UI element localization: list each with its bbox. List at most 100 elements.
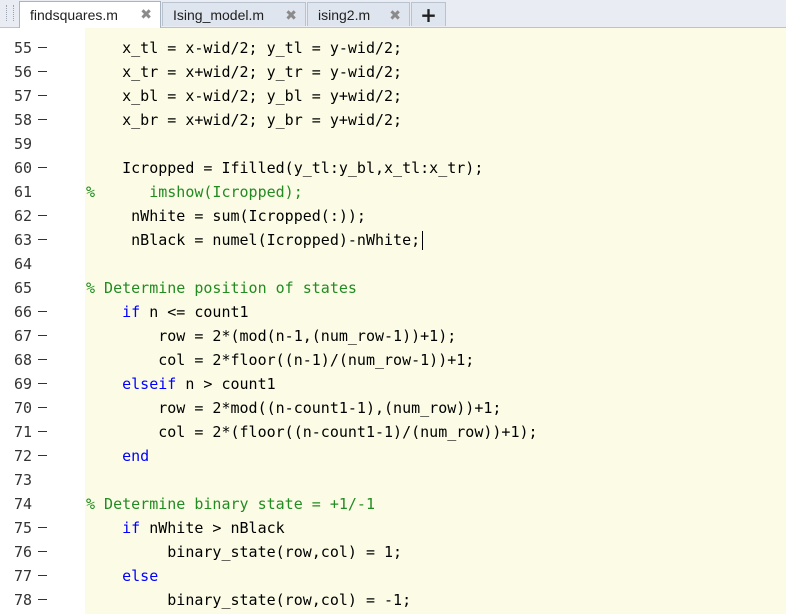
line-number: 72 — [13, 447, 32, 465]
code-line[interactable]: 73 — [0, 468, 786, 492]
code-text[interactable]: elseif n > count1 — [86, 372, 276, 396]
line-number: 68 — [13, 351, 32, 369]
code-text[interactable]: % imshow(Icropped); — [86, 180, 303, 204]
code-line[interactable]: 56 x_tr = x+wid/2; y_tr = y-wid/2; — [0, 60, 786, 84]
code-line[interactable]: 72 end — [0, 444, 786, 468]
line-number: 60 — [13, 159, 32, 177]
code-text[interactable]: binary_state(row,col) = -1; — [86, 588, 411, 612]
breakpoint-marker[interactable] — [38, 215, 47, 216]
line-number: 75 — [13, 519, 32, 537]
code-text[interactable]: x_br = x+wid/2; y_br = y+wid/2; — [86, 108, 402, 132]
breakpoint-marker[interactable] — [38, 359, 47, 360]
code-editor[interactable]: 54 55 x_tl = x-wid/2; y_tl = y-wid/2;56 x… — [0, 28, 786, 614]
line-number: 54 — [0, 28, 32, 34]
close-tab-icon[interactable]: ✖ — [285, 8, 297, 24]
keyword: if — [122, 519, 141, 537]
code-line[interactable]: 68 col = 2*floor((n-1)/(num_row-1))+1; — [0, 348, 786, 372]
code-line[interactable]: 71 col = 2*(floor((n-count1-1)/(num_row)… — [0, 420, 786, 444]
code-text[interactable]: x_tr = x+wid/2; y_tr = y-wid/2; — [86, 60, 402, 84]
code-text[interactable]: % Determine position of states — [86, 276, 357, 300]
code-line[interactable]: 58 x_br = x+wid/2; y_br = y+wid/2; — [0, 108, 786, 132]
code-text[interactable]: Icropped = Ifilled(y_tl:y_bl,x_tl:x_tr); — [86, 156, 483, 180]
code-text[interactable]: x_bl = x-wid/2; y_bl = y+wid/2; — [86, 84, 402, 108]
code-line[interactable]: 77 else — [0, 564, 786, 588]
line-number: 55 — [13, 39, 32, 57]
code-line[interactable]: 78 binary_state(row,col) = -1; — [0, 588, 786, 612]
breakpoint-marker[interactable] — [38, 575, 47, 576]
code-line[interactable]: 76 binary_state(row,col) = 1; — [0, 540, 786, 564]
line-number: 67 — [13, 327, 32, 345]
code-line[interactable]: 70 row = 2*mod((n-count1-1),(num_row))+1… — [0, 396, 786, 420]
code-line[interactable]: 60 Icropped = Ifilled(y_tl:y_bl,x_tl:x_t… — [0, 156, 786, 180]
line-number: 63 — [13, 231, 32, 249]
breakpoint-marker[interactable] — [38, 71, 47, 72]
code-line[interactable]: 69 elseif n > count1 — [0, 372, 786, 396]
line-number: 66 — [13, 303, 32, 321]
keyword: end — [122, 447, 150, 465]
tab-ising-model[interactable]: Ising_model.m ✖ — [162, 2, 306, 26]
close-tab-icon[interactable]: ✖ — [389, 8, 401, 24]
line-number: 59 — [13, 135, 32, 153]
line-number: 74 — [13, 495, 32, 513]
code-text[interactable]: nBlack = numel(Icropped)-nWhite; — [86, 228, 420, 252]
code-line[interactable]: 62 nWhite = sum(Icropped(:)); — [0, 204, 786, 228]
code-text[interactable]: end — [86, 444, 149, 468]
breakpoint-marker[interactable] — [38, 455, 47, 456]
code-line[interactable]: 55 x_tl = x-wid/2; y_tl = y-wid/2; — [0, 36, 786, 60]
line-number: 73 — [13, 471, 32, 489]
tab-label: findsquares.m — [30, 7, 118, 23]
breakpoint-marker[interactable] — [38, 431, 47, 432]
breakpoint-marker[interactable] — [38, 335, 47, 336]
code-text[interactable]: if n <= count1 — [86, 300, 248, 324]
code-text[interactable]: row = 2*mod((n-count1-1),(num_row))+1; — [86, 396, 501, 420]
editor-tab-bar: findsquares.m ✖ Ising_model.m ✖ ising2.m… — [0, 0, 786, 28]
line-number: 65 — [13, 279, 32, 297]
line-number: 78 — [13, 591, 32, 609]
code-line[interactable]: 61 % imshow(Icropped); — [0, 180, 786, 204]
breakpoint-marker[interactable] — [38, 47, 47, 48]
code-line[interactable]: 57 x_bl = x-wid/2; y_bl = y+wid/2; — [0, 84, 786, 108]
tab-findsquares[interactable]: findsquares.m ✖ — [19, 1, 161, 28]
line-number: 76 — [13, 543, 32, 561]
code-text[interactable]: col = 2*(floor((n-count1-1)/(num_row))+1… — [86, 420, 537, 444]
breakpoint-marker[interactable] — [38, 239, 47, 240]
code-line[interactable]: 63 nBlack = numel(Icropped)-nWhite; — [0, 228, 786, 252]
tab-bar-grip[interactable] — [6, 5, 14, 21]
comment-text: % Determine position of states — [86, 279, 357, 297]
code-text[interactable]: nWhite = sum(Icropped(:)); — [86, 204, 366, 228]
breakpoint-marker[interactable] — [38, 407, 47, 408]
code-line[interactable]: 59 — [0, 132, 786, 156]
new-tab-button[interactable]: + — [411, 2, 446, 27]
code-line[interactable]: 64 — [0, 252, 786, 276]
close-tab-icon[interactable]: ✖ — [140, 7, 152, 23]
code-line[interactable]: 67 row = 2*(mod(n-1,(num_row-1))+1); — [0, 324, 786, 348]
tab-label: Ising_model.m — [173, 6, 265, 23]
code-line[interactable]: 66 if n <= count1 — [0, 300, 786, 324]
comment-text: % imshow(Icropped); — [86, 183, 303, 201]
code-line[interactable]: 65 % Determine position of states — [0, 276, 786, 300]
code-text[interactable]: else — [86, 564, 158, 588]
code-text[interactable]: if nWhite > nBlack — [86, 516, 285, 540]
breakpoint-marker[interactable] — [38, 527, 47, 528]
code-text[interactable]: binary_state(row,col) = 1; — [86, 540, 402, 564]
breakpoint-marker[interactable] — [38, 119, 47, 120]
tab-ising2[interactable]: ising2.m ✖ — [307, 2, 410, 26]
breakpoint-marker[interactable] — [38, 551, 47, 552]
code-line[interactable]: 75 if nWhite > nBlack — [0, 516, 786, 540]
breakpoint-marker[interactable] — [38, 95, 47, 96]
keyword: else — [122, 567, 159, 585]
code-text[interactable]: x_tl = x-wid/2; y_tl = y-wid/2; — [86, 36, 402, 60]
text-cursor — [422, 231, 424, 250]
keyword: if — [122, 303, 141, 321]
code-text[interactable]: % Determine binary state = +1/-1 — [86, 492, 375, 516]
code-line[interactable]: 74 % Determine binary state = +1/-1 — [0, 492, 786, 516]
line-number: 61 — [13, 183, 32, 201]
breakpoint-marker[interactable] — [38, 311, 47, 312]
breakpoint-marker[interactable] — [38, 383, 47, 384]
breakpoint-marker[interactable] — [38, 599, 47, 600]
breakpoint-marker[interactable] — [38, 167, 47, 168]
code-text[interactable]: col = 2*floor((n-1)/(num_row-1))+1; — [86, 348, 474, 372]
code-text[interactable]: row = 2*(mod(n-1,(num_row-1))+1); — [86, 324, 456, 348]
keyword: elseif — [122, 375, 177, 393]
line-number: 58 — [13, 111, 32, 129]
